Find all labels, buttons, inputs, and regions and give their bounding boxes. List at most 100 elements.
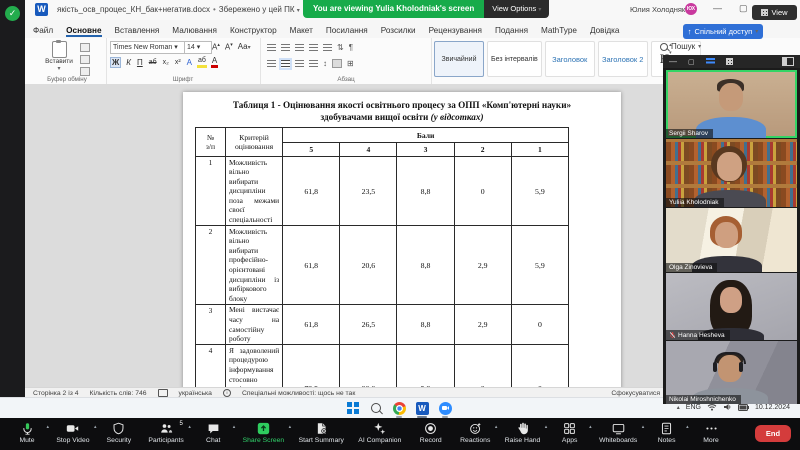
decrease-indent-icon[interactable]: [309, 43, 318, 52]
taskbar-search[interactable]: [369, 401, 383, 415]
zoom-toolbar-button[interactable]: ▴ Mute: [12, 422, 49, 444]
tray-language[interactable]: ENG: [686, 404, 701, 411]
chevron-up-icon[interactable]: ▴: [289, 424, 292, 430]
numbered-list-icon[interactable]: [281, 43, 290, 52]
bold-button[interactable]: Ж: [110, 57, 122, 68]
zoom-toolbar-button[interactable]: ▴ AI Companion: [358, 422, 401, 444]
wifi-icon[interactable]: [707, 403, 717, 411]
accessibility-status[interactable]: Спеціальні можливості: щось не так: [242, 390, 355, 397]
italic-button[interactable]: К: [125, 58, 132, 67]
align-right-icon[interactable]: [295, 59, 304, 68]
ribbon-tab[interactable]: MathType: [541, 26, 577, 35]
end-meeting-button[interactable]: End: [755, 425, 791, 442]
gallery-grid-layout-icon[interactable]: [725, 58, 733, 65]
style-gallery-item[interactable]: Звичайний: [434, 41, 484, 77]
proofing-icon[interactable]: [157, 389, 168, 397]
chevron-up-icon[interactable]: ▴: [46, 424, 49, 430]
copy-icon[interactable]: [80, 55, 90, 64]
zoom-toolbar-button[interactable]: ▴ Raise Hand: [505, 422, 547, 444]
subscript-button[interactable]: х₂: [162, 59, 170, 66]
bullet-list-icon[interactable]: [267, 43, 276, 52]
change-case-button[interactable]: Аа▾: [238, 42, 251, 52]
zoom-view-button[interactable]: View: [752, 5, 797, 20]
ribbon-tab[interactable]: Рецензування: [429, 26, 482, 35]
strikethrough-button[interactable]: аб: [148, 59, 158, 66]
account-avatar[interactable]: ЮХ: [685, 3, 697, 15]
ribbon-tab[interactable]: Посилання: [326, 26, 368, 35]
zoom-toolbar-button[interactable]: ▴ Notes: [652, 422, 689, 444]
align-left-icon[interactable]: [267, 59, 276, 68]
participant-video[interactable]: Nikolai Miroshnichenko: [666, 341, 797, 404]
font-color-button[interactable]: А: [210, 57, 219, 68]
borders-icon[interactable]: ⊞: [347, 59, 354, 68]
focus-button[interactable]: Сфокусуватися: [611, 390, 660, 397]
speaker-view-icon[interactable]: [782, 57, 794, 66]
document-title[interactable]: якість_осв_процес_КН_бак+негатив.docx • Зб…: [57, 5, 300, 14]
chevron-up-icon[interactable]: ▴: [233, 424, 236, 430]
ribbon-tab[interactable]: Файл: [33, 26, 53, 35]
style-gallery-item[interactable]: Заголовок: [544, 41, 595, 77]
highlight-button[interactable]: аб: [197, 57, 207, 68]
justify-icon[interactable]: [309, 59, 318, 68]
superscript-button[interactable]: х²: [174, 59, 182, 66]
page-indicator[interactable]: Сторінка 2 із 4: [33, 390, 79, 397]
ribbon-tab[interactable]: Конструктор: [230, 26, 277, 35]
sort-icon[interactable]: ⇅: [337, 43, 344, 52]
zoom-toolbar-button[interactable]: ▴ Share Screen: [243, 422, 291, 444]
gallery-strip-layout-icon[interactable]: [705, 58, 715, 65]
word-share-button[interactable]: ↑ Спільний доступ ▾: [683, 24, 763, 39]
taskbar-word[interactable]: W: [415, 401, 429, 418]
format-painter-icon[interactable]: [80, 67, 90, 76]
ribbon-tab[interactable]: Подання: [495, 26, 528, 35]
document-page[interactable]: Таблиця 1 - Оцінювання якості освітнього…: [183, 92, 621, 387]
grow-font-button[interactable]: А▴: [212, 42, 220, 52]
chevron-up-icon[interactable]: ▴: [589, 424, 592, 430]
participant-video[interactable]: Sergii Sharov: [666, 70, 797, 138]
ribbon-tab[interactable]: Довідка: [590, 26, 619, 35]
style-gallery-item[interactable]: Заголовок 2: [597, 41, 648, 77]
zoom-toolbar-button[interactable]: ▴ Apps: [555, 422, 592, 444]
paste-button[interactable]: Вставити ▾: [44, 40, 74, 72]
battery-icon[interactable]: [737, 403, 749, 411]
restore-button[interactable]: ▢: [739, 3, 748, 14]
pilcrow-icon[interactable]: ¶: [349, 43, 353, 52]
search-button[interactable]: Пошук ▾: [660, 42, 701, 51]
chevron-up-icon[interactable]: ▴: [495, 424, 498, 430]
tray-date[interactable]: 10.12.2024: [755, 404, 790, 411]
increase-indent-icon[interactable]: [323, 43, 332, 52]
status-check-icon[interactable]: ✓: [5, 6, 20, 21]
shrink-font-button[interactable]: А▾: [225, 42, 233, 52]
style-gallery-item[interactable]: Без інтервалів: [487, 41, 542, 77]
ribbon-tab[interactable]: Малювання: [172, 26, 217, 35]
font-size-combo[interactable]: 14 ▾: [184, 41, 212, 54]
account-name[interactable]: Юлия Холодняк: [630, 5, 685, 14]
participant-video[interactable]: Hanna Hesheva: [666, 273, 797, 340]
font-name-combo[interactable]: Times New Roman ▾: [110, 41, 186, 54]
view-options-button[interactable]: View Options ▾: [484, 0, 550, 18]
line-spacing-icon[interactable]: ↕: [323, 59, 327, 68]
underline-button[interactable]: П: [136, 58, 144, 67]
zoom-toolbar-button[interactable]: ▴ Reactions: [460, 422, 497, 444]
expand-panel-icon[interactable]: ▢: [688, 58, 695, 66]
zoom-toolbar-button[interactable]: ▴ Whiteboards: [599, 422, 644, 444]
cut-icon[interactable]: [80, 43, 90, 52]
chevron-up-icon[interactable]: ▴: [686, 424, 689, 430]
participant-video[interactable]: Olga Zinovieva: [666, 208, 797, 272]
word-count[interactable]: Кількість слів: 746: [90, 390, 147, 397]
zoom-toolbar-button[interactable]: 5 ▴ Participants: [148, 421, 191, 444]
ribbon-tab[interactable]: Вставлення: [115, 26, 160, 35]
multilevel-list-icon[interactable]: [295, 43, 304, 52]
ribbon-tab[interactable]: Розсилки: [381, 26, 416, 35]
ribbon-tab[interactable]: Основне: [66, 26, 101, 35]
hidden-icons-chevron[interactable]: ▴: [677, 404, 680, 411]
zoom-toolbar-button[interactable]: ▴ Record: [416, 422, 446, 444]
taskbar-chrome[interactable]: [392, 401, 406, 418]
language-indicator[interactable]: українська: [179, 390, 212, 397]
chevron-up-icon[interactable]: ▴: [94, 424, 97, 430]
volume-icon[interactable]: [723, 403, 732, 411]
participant-video[interactable]: Yuliia Kholodniak: [666, 139, 797, 207]
align-center-icon[interactable]: [279, 57, 292, 70]
ribbon-tab[interactable]: Макет: [290, 26, 313, 35]
chevron-up-icon[interactable]: ▴: [188, 424, 191, 430]
minimize-button[interactable]: —: [713, 3, 722, 13]
